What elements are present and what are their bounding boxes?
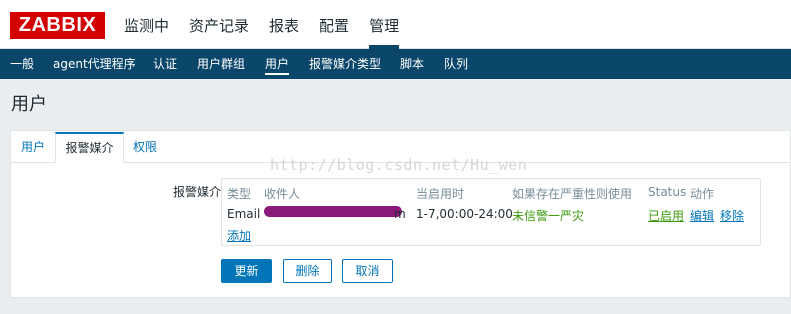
header-action: 动作 — [690, 187, 715, 201]
header-type: 类型 — [227, 187, 252, 201]
header-severity: 如果存在严重性则使用 — [512, 187, 633, 201]
subnav-media-types[interactable]: 报警媒介类型 — [309, 49, 381, 79]
menu-item-reports[interactable]: 报表 — [269, 16, 299, 36]
subnav-scripts[interactable]: 脚本 — [400, 49, 424, 79]
menu-item-administration[interactable]: 管理 — [369, 16, 400, 49]
subnav-user-groups[interactable]: 用户群组 — [197, 49, 245, 79]
tab-media[interactable]: 报警媒介 — [55, 132, 124, 163]
media-type: Email — [227, 207, 261, 221]
main-menu: 监测中 资产记录 报表 配置 管理 — [124, 16, 419, 49]
media-recipient: m — [394, 207, 406, 221]
cancel-button[interactable]: 取消 — [342, 259, 393, 283]
page-title: 用户 — [11, 94, 47, 115]
subnav-queue[interactable]: 队列 — [444, 49, 468, 79]
menu-item-monitoring[interactable]: 监测中 — [124, 16, 169, 36]
update-button[interactable]: 更新 — [221, 259, 272, 283]
media-table: 类型 收件人 当启用时 如果存在严重性则使用 Status 动作 Email m… — [221, 178, 761, 246]
subnav-authentication[interactable]: 认证 — [153, 49, 177, 79]
subnav-general[interactable]: 一般 — [10, 49, 34, 79]
tab-permissions[interactable]: 权限 — [124, 133, 166, 163]
media-severity: 未信警一严灾 — [512, 209, 585, 223]
sub-navigation: 一般 agent代理程序 认证 用户群组 用户 报警媒介类型 脚本 队列 — [0, 49, 791, 79]
header-recipient: 收件人 — [264, 187, 301, 201]
menu-item-configuration[interactable]: 配置 — [319, 16, 349, 36]
redacted-recipient — [264, 206, 402, 217]
media-edit-link[interactable]: 编辑 — [690, 207, 714, 224]
media-remove-link[interactable]: 移除 — [720, 207, 744, 224]
header-status: Status — [648, 185, 687, 199]
header-when-active: 当启用时 — [416, 187, 465, 201]
watermark-text: http://blog.csdn.net/Hu_wen — [270, 156, 528, 174]
add-media-link[interactable]: 添加 — [227, 227, 251, 244]
media-when-active: 1-7,00:00-24:00 — [416, 207, 513, 221]
menu-item-inventory[interactable]: 资产记录 — [189, 16, 249, 36]
subnav-agent-proxies[interactable]: agent代理程序 — [53, 49, 136, 79]
delete-button[interactable]: 删除 — [283, 259, 332, 283]
media-field-label: 报警媒介 — [173, 185, 222, 199]
tab-user[interactable]: 用户 — [11, 133, 55, 163]
media-status-toggle[interactable]: 已启用 — [648, 207, 684, 224]
top-header: ZABBIX 监测中 资产记录 报表 配置 管理 — [0, 0, 791, 49]
zabbix-logo[interactable]: ZABBIX — [10, 12, 105, 39]
subnav-users[interactable]: 用户 — [265, 49, 290, 79]
